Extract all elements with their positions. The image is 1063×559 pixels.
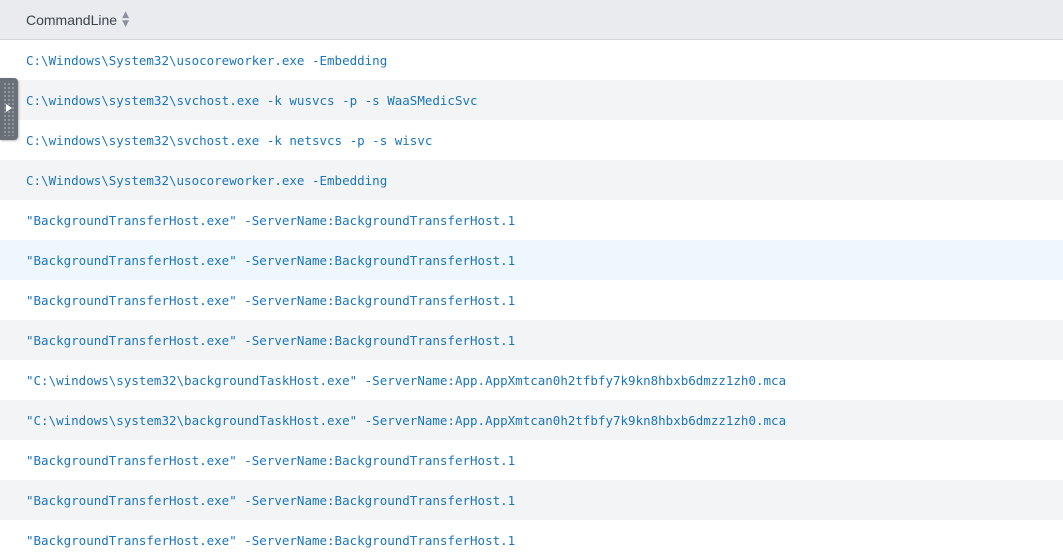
commandline-cell[interactable]: "BackgroundTransferHost.exe" -ServerName… <box>26 533 515 548</box>
side-drawer-handle[interactable] <box>0 78 18 140</box>
sort-icon[interactable]: ▲ ▼ <box>122 10 129 29</box>
commandline-cell[interactable]: "BackgroundTransferHost.exe" -ServerName… <box>26 253 515 268</box>
commandline-cell[interactable]: "BackgroundTransferHost.exe" -ServerName… <box>26 493 515 508</box>
column-header-label: CommandLine <box>26 11 118 28</box>
table-row: "BackgroundTransferHost.exe" -ServerName… <box>0 320 1063 360</box>
table-row: C:\windows\system32\svchost.exe -k wusvc… <box>0 80 1063 120</box>
table-row: C:\Windows\System32\usocoreworker.exe -E… <box>0 40 1063 80</box>
table-row: "BackgroundTransferHost.exe" -ServerName… <box>0 240 1063 280</box>
column-header-commandline[interactable]: CommandLine ▲ ▼ <box>0 0 1063 40</box>
commandline-cell[interactable]: "C:\windows\system32\backgroundTaskHost.… <box>26 413 786 428</box>
table-row: C:\windows\system32\svchost.exe -k netsv… <box>0 120 1063 160</box>
commandline-cell[interactable]: "BackgroundTransferHost.exe" -ServerName… <box>26 293 515 308</box>
results-table: CommandLine ▲ ▼ C:\Windows\System32\usoco… <box>0 0 1063 559</box>
table-row: "C:\windows\system32\backgroundTaskHost.… <box>0 400 1063 440</box>
commandline-cell[interactable]: C:\windows\system32\svchost.exe -k wusvc… <box>26 93 478 108</box>
table-row: "BackgroundTransferHost.exe" -ServerName… <box>0 480 1063 520</box>
table-row: "BackgroundTransferHost.exe" -ServerName… <box>0 200 1063 240</box>
commandline-cell[interactable]: C:\windows\system32\svchost.exe -k netsv… <box>26 133 432 148</box>
table-row: "C:\windows\system32\backgroundTaskHost.… <box>0 360 1063 400</box>
commandline-cell[interactable]: "BackgroundTransferHost.exe" -ServerName… <box>26 333 515 348</box>
table-row: "BackgroundTransferHost.exe" -ServerName… <box>0 440 1063 480</box>
commandline-cell[interactable]: "BackgroundTransferHost.exe" -ServerName… <box>26 213 515 228</box>
commandline-cell[interactable]: C:\Windows\System32\usocoreworker.exe -E… <box>26 173 387 188</box>
commandline-cell[interactable]: C:\Windows\System32\usocoreworker.exe -E… <box>26 53 387 68</box>
commandline-cell[interactable]: "BackgroundTransferHost.exe" -ServerName… <box>26 453 515 468</box>
table-row: C:\Windows\System32\usocoreworker.exe -E… <box>0 160 1063 200</box>
table-row: "BackgroundTransferHost.exe" -ServerName… <box>0 280 1063 320</box>
commandline-cell[interactable]: "C:\windows\system32\backgroundTaskHost.… <box>26 373 786 388</box>
play-icon <box>6 104 12 112</box>
table-body: C:\Windows\System32\usocoreworker.exe -E… <box>0 40 1063 559</box>
table-row: "BackgroundTransferHost.exe" -ServerName… <box>0 520 1063 559</box>
